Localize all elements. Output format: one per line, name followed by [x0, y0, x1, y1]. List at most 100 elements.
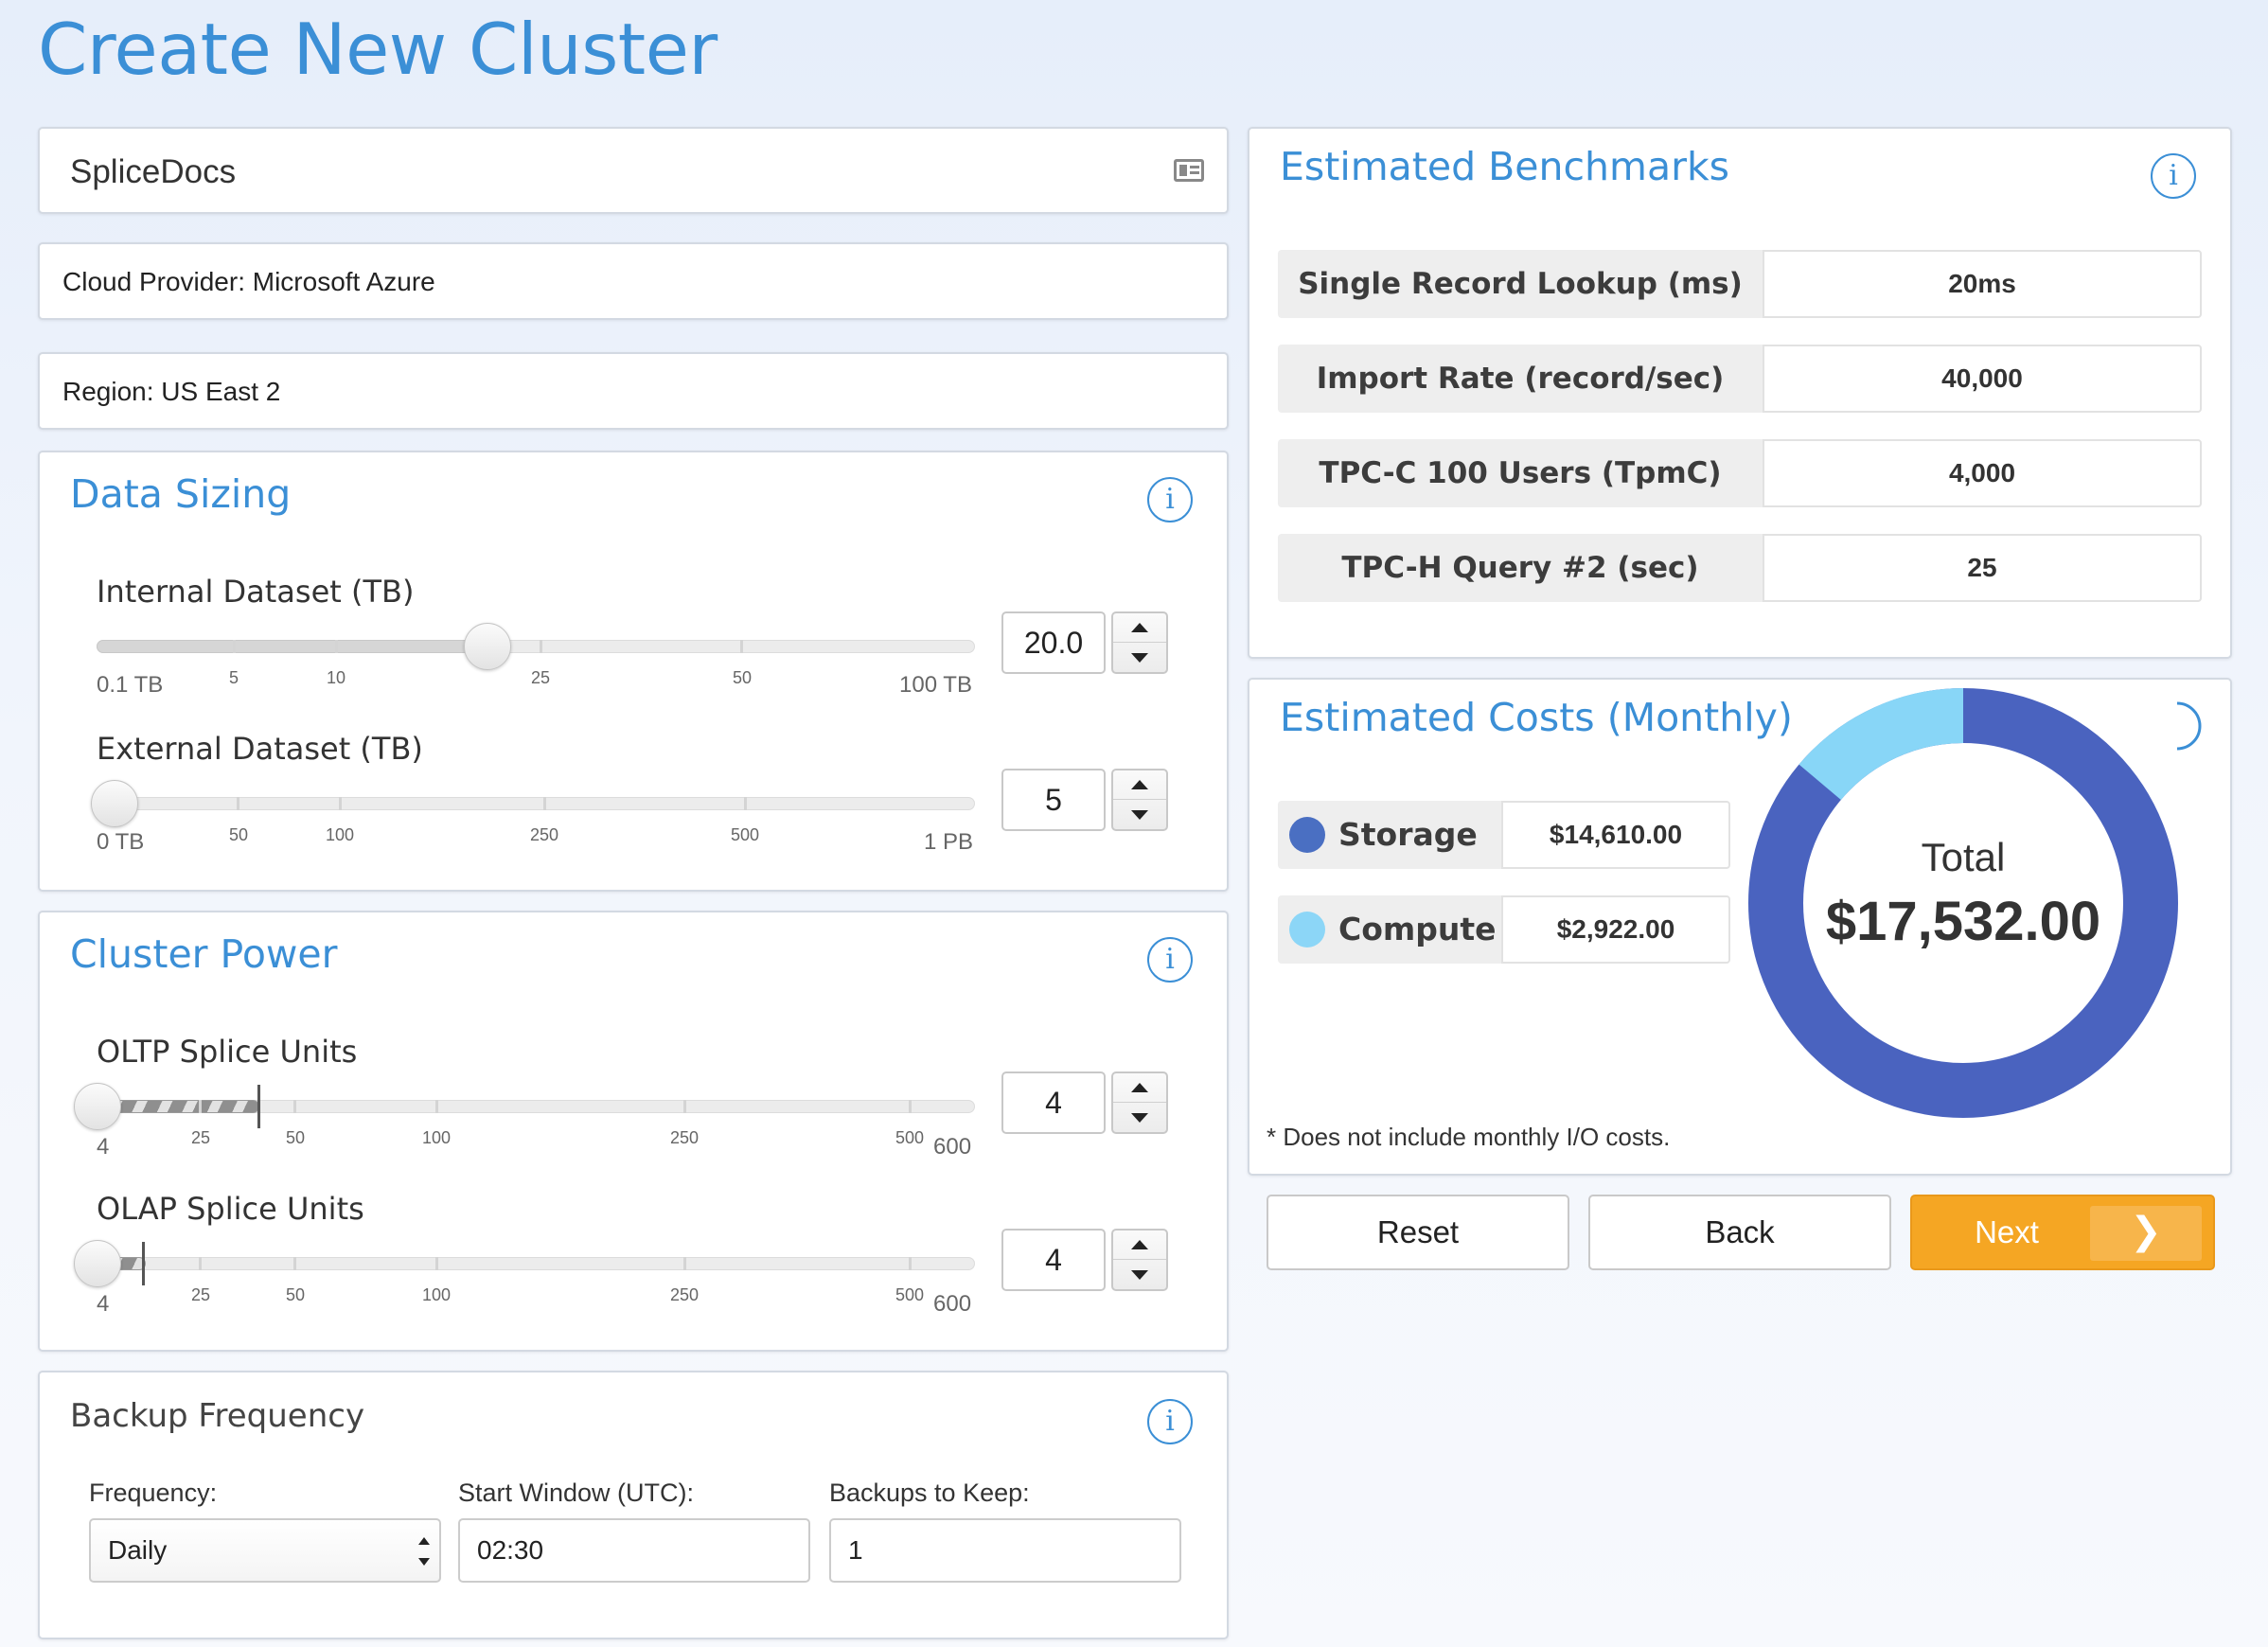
- benchmark-row: Import Rate (record/sec) 40,000: [1278, 345, 2202, 413]
- backup-frequency-title: Backup Frequency: [70, 1397, 365, 1435]
- slider-max-label: 600: [933, 1291, 972, 1317]
- benchmark-row: Single Record Lookup (ms) 20ms: [1278, 250, 2202, 318]
- cluster-power-panel: Cluster Power i OLTP Splice Units 4 25 5…: [38, 911, 1229, 1352]
- next-button-label: Next: [1975, 1214, 2039, 1249]
- cluster-name-field[interactable]: SpliceDocs: [38, 127, 1229, 214]
- reset-button[interactable]: Reset: [1267, 1195, 1569, 1270]
- benchmark-label: TPC-H Query #2 (sec): [1278, 534, 1763, 602]
- cost-row-storage: Storage $14,610.00: [1278, 801, 1730, 869]
- costs-title: Estimated Costs (Monthly): [1280, 695, 1793, 740]
- cost-value: $14,610.00: [1501, 801, 1730, 869]
- benchmarks-title: Estimated Benchmarks: [1280, 144, 1730, 189]
- slider-min-label: 4: [97, 1291, 110, 1317]
- donut-compute-segment: [1798, 688, 1964, 801]
- benchmark-value: 20ms: [1763, 250, 2202, 318]
- start-window-input[interactable]: 02:30: [458, 1518, 810, 1583]
- slider-min-label: 0.1 TB: [97, 672, 164, 698]
- benchmark-value: 25: [1763, 534, 2202, 602]
- cost-value: $2,922.00: [1501, 895, 1730, 964]
- backups-to-keep-input[interactable]: 1: [829, 1518, 1181, 1583]
- slider-tick-label: 500: [731, 825, 760, 844]
- slider-tick-label: 10: [327, 668, 346, 687]
- slider-tick-label: 500: [895, 1128, 925, 1147]
- internal-dataset-input[interactable]: 20.0: [1001, 611, 1106, 674]
- external-dataset-label: External Dataset (TB): [97, 731, 423, 767]
- start-window-label: Start Window (UTC):: [458, 1479, 695, 1507]
- slider-tick-label: 100: [326, 825, 355, 844]
- slider-handle[interactable]: [74, 1083, 121, 1130]
- olap-units-input[interactable]: 4: [1001, 1229, 1106, 1291]
- id-card-icon: [1174, 159, 1204, 182]
- olap-units-stepper[interactable]: [1111, 1229, 1168, 1291]
- oltp-units-label: OLTP Splice Units: [97, 1034, 358, 1070]
- benchmark-label: Import Rate (record/sec): [1278, 345, 1763, 413]
- info-icon[interactable]: i: [1147, 477, 1193, 522]
- slider-tick-label: 25: [531, 668, 551, 687]
- slider-tick-label: 50: [286, 1285, 306, 1304]
- data-sizing-panel: Data Sizing i Internal Dataset (TB) 0.1 …: [38, 451, 1229, 892]
- info-icon[interactable]: i: [1147, 1399, 1193, 1444]
- benchmark-value: 4,000: [1763, 439, 2202, 507]
- info-icon[interactable]: i: [2151, 153, 2196, 199]
- stepper-down-button[interactable]: [1113, 643, 1166, 672]
- stepper-up-button[interactable]: [1113, 770, 1166, 800]
- slider-tick-label: 250: [530, 825, 559, 844]
- slider-tick-label: 50: [229, 825, 249, 844]
- info-icon: [2176, 701, 2202, 751]
- back-button[interactable]: Back: [1588, 1195, 1891, 1270]
- slider-tick-label: 25: [191, 1285, 211, 1304]
- benchmark-row: TPC-H Query #2 (sec) 25: [1278, 534, 2202, 602]
- cost-label-text: Compute: [1338, 911, 1497, 947]
- slider-tick-label: 5: [229, 668, 239, 687]
- slider-min-label: 0 TB: [97, 829, 145, 855]
- compute-legend-dot: [1289, 912, 1325, 947]
- stepper-down-button[interactable]: [1113, 1103, 1166, 1132]
- slider-tick-label: 500: [895, 1285, 925, 1304]
- oltp-units-input[interactable]: 4: [1001, 1071, 1106, 1134]
- donut-total-value: $17,532.00: [1825, 891, 2101, 952]
- internal-dataset-stepper[interactable]: [1111, 611, 1168, 674]
- slider-marker: [142, 1242, 145, 1285]
- cloud-provider-box: Cloud Provider: Microsoft Azure: [38, 242, 1229, 320]
- slider-max-label: 100 TB: [899, 672, 972, 698]
- benchmark-label: Single Record Lookup (ms): [1278, 250, 1763, 318]
- data-sizing-title: Data Sizing: [70, 471, 292, 517]
- benchmark-value: 40,000: [1763, 345, 2202, 413]
- storage-legend-dot: [1289, 817, 1325, 853]
- slider-handle[interactable]: [464, 623, 511, 670]
- frequency-select[interactable]: Daily: [89, 1518, 441, 1583]
- slider-tick-label: 250: [670, 1128, 700, 1147]
- stepper-up-button[interactable]: [1113, 1231, 1166, 1260]
- slider-tick-label: 100: [422, 1285, 452, 1304]
- external-dataset-stepper[interactable]: [1111, 769, 1168, 831]
- stepper-down-button[interactable]: [1113, 1260, 1166, 1289]
- slider-tick-label: 250: [670, 1285, 700, 1304]
- cost-label: Storage: [1278, 801, 1501, 869]
- slider-handle[interactable]: [91, 780, 138, 827]
- stepper-up-button[interactable]: [1113, 1073, 1166, 1103]
- next-button[interactable]: Next ❯: [1910, 1195, 2215, 1270]
- donut-total-label: Total: [1921, 835, 2006, 879]
- cost-label-text: Storage: [1338, 816, 1478, 853]
- cloud-provider-text: Cloud Provider: Microsoft Azure: [62, 267, 435, 296]
- stepper-down-button[interactable]: [1113, 800, 1166, 829]
- oltp-units-stepper[interactable]: [1111, 1071, 1168, 1134]
- slider-max-label: 1 PB: [924, 829, 974, 855]
- stepper-up-button[interactable]: [1113, 613, 1166, 643]
- external-dataset-input[interactable]: 5: [1001, 769, 1106, 831]
- slider-tick-label: 50: [286, 1128, 306, 1147]
- region-text: Region: US East 2: [62, 377, 281, 406]
- internal-dataset-label: Internal Dataset (TB): [97, 574, 415, 610]
- backup-frequency-panel: Backup Frequency i Frequency: Daily Star…: [38, 1371, 1229, 1639]
- frequency-value: Daily: [108, 1535, 168, 1565]
- frequency-label: Frequency:: [89, 1479, 218, 1507]
- benchmark-label: TPC-C 100 Users (TpmC): [1278, 439, 1763, 507]
- info-icon[interactable]: i: [1147, 937, 1193, 983]
- region-box: Region: US East 2: [38, 352, 1229, 430]
- slider-handle[interactable]: [74, 1240, 121, 1287]
- cost-footnote: * Does not include monthly I/O costs.: [1267, 1123, 1671, 1151]
- cluster-name-value: SpliceDocs: [70, 153, 237, 190]
- slider-tick-label: 25: [191, 1128, 211, 1147]
- slider-tick-label: 50: [733, 668, 753, 687]
- backups-to-keep-label: Backups to Keep:: [829, 1479, 1030, 1507]
